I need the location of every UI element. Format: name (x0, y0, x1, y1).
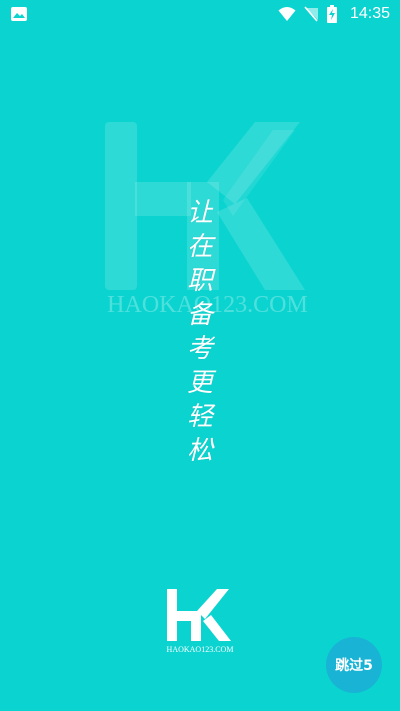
slogan-char: 职 (186, 266, 213, 296)
status-bar: 14:35 (0, 0, 400, 28)
slogan-char: 备 (186, 300, 213, 330)
slogan-char: 更 (186, 368, 213, 398)
wifi-icon (278, 7, 296, 21)
no-sim-icon (304, 6, 318, 22)
slogan-char: 考 (186, 334, 213, 364)
battery-charging-icon (326, 5, 337, 23)
image-icon (11, 7, 27, 21)
slogan-char: 松 (186, 436, 213, 466)
slogan-char: 让 (186, 198, 213, 228)
slogan-char: 轻 (186, 402, 213, 432)
skip-button[interactable]: 跳过5 (326, 637, 382, 693)
hk-logo (167, 589, 231, 641)
status-time: 14:35 (349, 5, 390, 22)
slogan: 让 在 职 备 考 更 轻 松 (180, 196, 220, 468)
status-icons: 14:35 (278, 4, 390, 24)
slogan-char: 在 (186, 232, 213, 262)
logo-caption: HAOKAO123.COM (166, 645, 234, 654)
